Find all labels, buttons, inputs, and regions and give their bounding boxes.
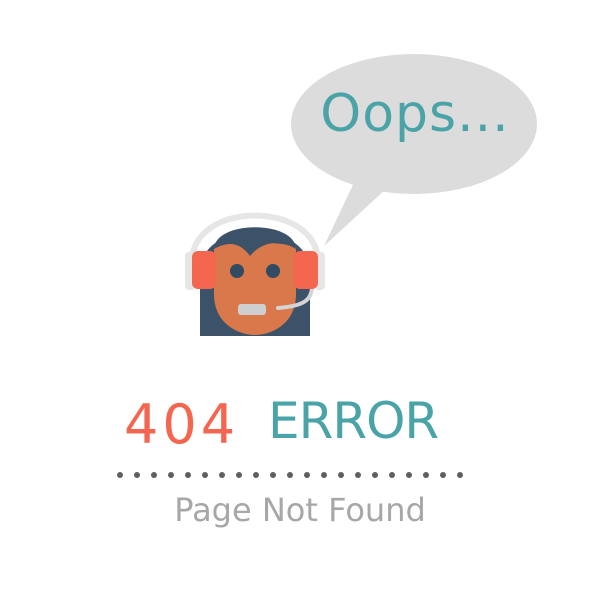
right-headset-earpiece bbox=[294, 251, 318, 289]
left-eye bbox=[230, 264, 244, 278]
oops-text: Oops... bbox=[320, 84, 510, 144]
error-heading: 404 ERROR bbox=[0, 392, 600, 458]
error-page: Oops... 404 ERROR Page Not Found bbox=[0, 0, 600, 600]
error-label: ERROR bbox=[268, 392, 439, 450]
face bbox=[214, 242, 296, 335]
microphone-icon bbox=[238, 304, 266, 315]
support-agent-icon bbox=[185, 212, 325, 336]
dotted-divider bbox=[117, 472, 463, 478]
right-eye bbox=[266, 264, 280, 278]
error-code: 404 bbox=[124, 393, 240, 456]
page-not-found-text: Page Not Found bbox=[174, 491, 426, 529]
left-headset-earpiece bbox=[192, 251, 216, 289]
